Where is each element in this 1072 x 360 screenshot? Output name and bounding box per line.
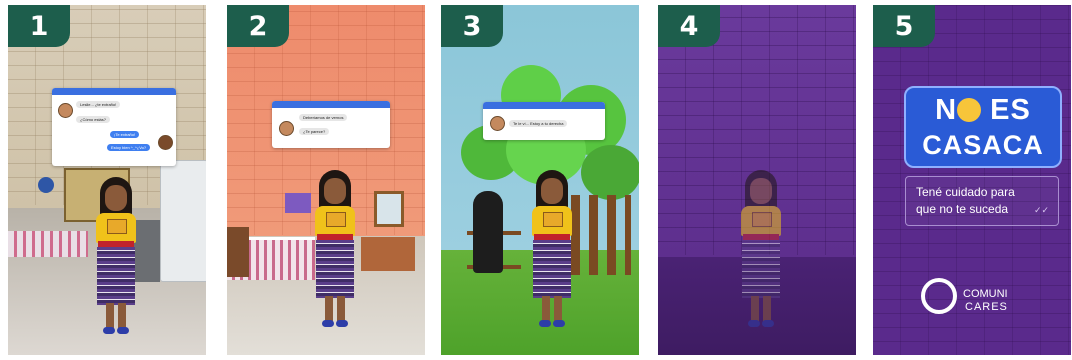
chat-message: Leslie... ¿te extraño! [76, 101, 121, 108]
read-check-icon: ✓✓ [1034, 205, 1050, 215]
comunicares-logo-icon [921, 278, 957, 314]
counter [8, 231, 88, 257]
panel-number-badge: 3 [441, 5, 503, 47]
chat-message: ¿Te parece? [299, 128, 330, 135]
chat-popup: Deberíamos de vernos ¿Te parece? [272, 101, 390, 148]
poster [285, 193, 311, 213]
message-text: Tené cuidado para que no te suceda [916, 185, 1015, 216]
avatar [58, 103, 73, 118]
character-faded [738, 170, 784, 330]
chat-header-bar [483, 102, 605, 109]
brand-line-2: CARES [965, 301, 1008, 313]
chat-popup: Leslie... ¿te extraño! ¿Cómo estás? ¡Te … [52, 88, 176, 166]
title-card: N ES CASACA [904, 86, 1062, 168]
panel-4: 4 [658, 5, 856, 355]
character [312, 170, 358, 330]
brand-line-1: COMUNI [963, 288, 1008, 300]
chat-message: ¡Te extraño! [110, 131, 140, 138]
avatar [279, 121, 294, 136]
title-line-2: CASACA [922, 130, 1044, 160]
avatar [158, 135, 173, 150]
shadow-figure [473, 191, 503, 273]
panel-number-badge: 2 [227, 5, 289, 47]
chat-message: ¿Cómo estás? [76, 116, 111, 123]
message-card: Tené cuidado para que no te suceda ✓✓ [905, 176, 1059, 226]
character [529, 170, 575, 330]
character [93, 177, 139, 337]
panel-2: 2 Deberíamos de vernos ¿Te parece? [227, 5, 425, 355]
bed-frame [227, 227, 249, 277]
avatar [490, 116, 505, 131]
chat-message: Te le ví... Estoy a tu derecha [509, 120, 568, 127]
panel-1: 1 Leslie... ¿te extraño! ¿Cómo estás? ¡T… [8, 5, 206, 355]
panel-3: 3 Te le ví... Estoy a tu derecha [441, 5, 639, 355]
panel-number-badge: 4 [658, 5, 720, 47]
title-no: N [935, 94, 958, 126]
pan-icon [38, 177, 54, 193]
panel-number-badge: 5 [873, 5, 935, 47]
title-es: ES [981, 94, 1031, 126]
fridge [160, 160, 206, 282]
sad-emoji-icon [957, 98, 982, 122]
panel-5: 5 N ES CASACA Tené cuidado para que no t… [873, 5, 1071, 355]
chat-popup: Te le ví... Estoy a tu derecha [483, 102, 605, 140]
panel-number-badge: 1 [8, 5, 70, 47]
mirror [374, 191, 404, 227]
chat-message: Estoy bien ^_^¿Vo? [107, 144, 151, 151]
tree-trunks [571, 195, 631, 275]
chat-header-bar [52, 88, 176, 95]
chat-message: Deberíamos de vernos [299, 114, 348, 121]
chat-header-bar [272, 101, 390, 108]
nightstand [361, 237, 415, 271]
title-line-1: N ES [906, 94, 1060, 127]
